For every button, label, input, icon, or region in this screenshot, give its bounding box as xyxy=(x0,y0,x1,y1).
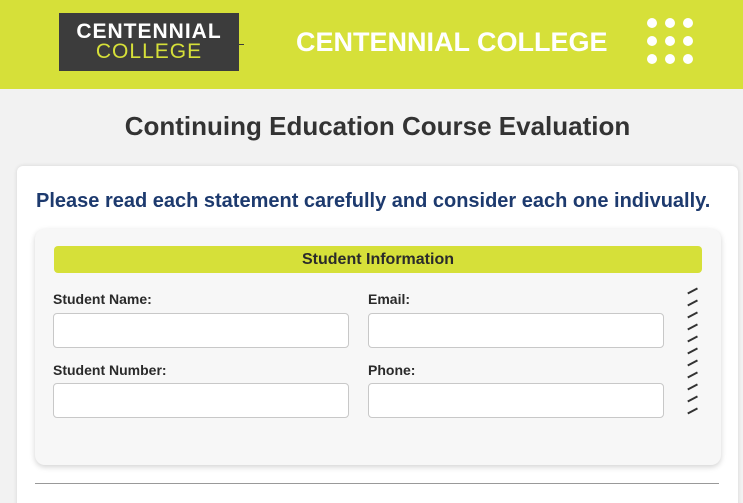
student-number-label: Student Number: xyxy=(53,362,167,378)
logo-line-2: COLLEGE xyxy=(95,40,203,63)
section-header: Student Information xyxy=(54,246,702,273)
logo-divider xyxy=(239,44,244,45)
evaluation-form-card: Please read each statement carefully and… xyxy=(17,166,738,503)
phone-label: Phone: xyxy=(368,362,416,378)
page-title: Continuing Education Course Evaluation xyxy=(124,111,631,141)
student-name-input[interactable] xyxy=(53,313,349,348)
resize-handle-icon[interactable] xyxy=(684,287,702,420)
top-header-bar: CENTENNIAL COLLEGE CENTENNIAL COLLEGE xyxy=(0,0,743,89)
section-divider xyxy=(35,483,719,484)
grid-dots-icon[interactable] xyxy=(647,18,693,64)
email-input[interactable] xyxy=(368,313,664,348)
centennial-college-logo[interactable]: CENTENNIAL COLLEGE xyxy=(59,13,239,71)
student-name-label: Student Name: xyxy=(53,291,152,307)
student-information-section: Student Information Student Name: Email:… xyxy=(35,229,721,465)
phone-input[interactable] xyxy=(368,383,664,418)
form-instructions: Please read each statement carefully and… xyxy=(36,190,711,212)
email-label: Email: xyxy=(368,291,411,307)
brand-title: CENTENNIAL COLLEGE xyxy=(296,27,608,57)
student-number-input[interactable] xyxy=(53,383,349,418)
logo-line-1: CENTENNIAL xyxy=(76,20,222,43)
